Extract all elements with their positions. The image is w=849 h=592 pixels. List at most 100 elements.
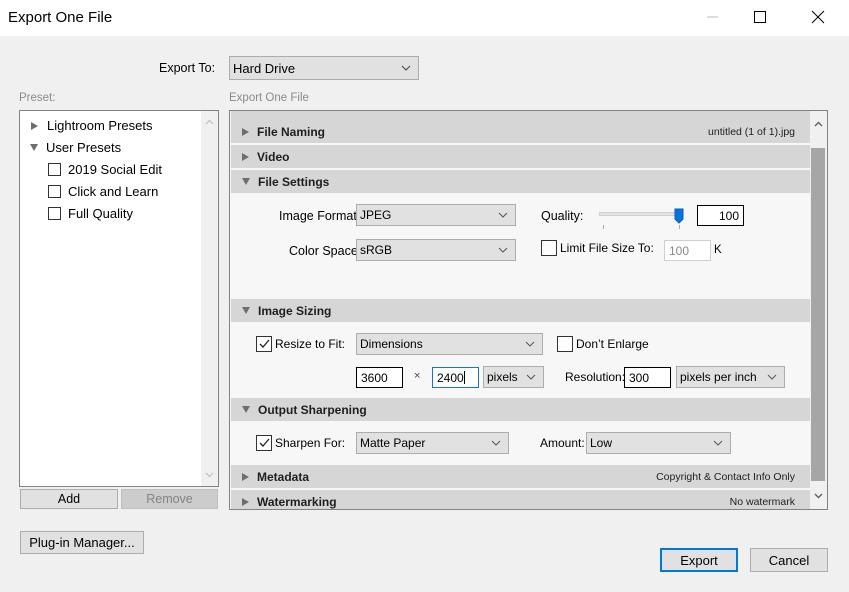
scroll-up-icon[interactable] (201, 115, 218, 129)
section-title: File Settings (258, 174, 330, 189)
preset-checkbox[interactable] (48, 185, 61, 198)
preset-item-label: Full Quality (68, 206, 134, 221)
preset-checkbox[interactable] (48, 207, 61, 220)
sharpen-for-label: Sharpen For: (275, 436, 346, 450)
limit-file-size-input[interactable]: 100 (664, 240, 711, 261)
section-watermarking[interactable]: Watermarking No watermark (231, 490, 810, 509)
section-video[interactable]: Video (231, 145, 810, 168)
amount-label: Amount: (540, 436, 585, 450)
expand-arrow-icon (242, 472, 249, 481)
export-panel-label: Export One File (229, 92, 309, 104)
limit-file-size-checkbox[interactable] (541, 240, 557, 256)
collapse-arrow-icon (242, 406, 250, 413)
preset-item[interactable]: Click and Learn (48, 184, 158, 199)
quality-slider[interactable] (599, 208, 685, 230)
maximize-button[interactable] (737, 0, 783, 34)
preset-scrollbar[interactable] (201, 111, 218, 486)
export-panel-scrollbar[interactable] (810, 111, 827, 509)
section-image-sizing[interactable]: Image Sizing (231, 299, 810, 322)
expand-arrow-icon (31, 121, 38, 130)
collapse-arrow-icon (242, 178, 250, 185)
scroll-down-icon[interactable] (810, 489, 827, 503)
color-space-dropdown[interactable]: sRGB (356, 239, 516, 261)
dont-enlarge-checkbox[interactable] (557, 336, 573, 352)
chevron-down-icon (713, 440, 723, 446)
quality-input[interactable]: 100 (697, 205, 744, 226)
section-metadata[interactable]: Metadata Copyright & Contact Info Only (231, 465, 810, 488)
export-to-label: Export To: (159, 61, 216, 75)
export-button[interactable]: Export (660, 548, 738, 572)
size-unit-dropdown[interactable]: pixels (483, 366, 544, 388)
preset-label: Preset: (19, 92, 56, 104)
preset-checkbox[interactable] (48, 163, 61, 176)
image-format-dropdown[interactable]: JPEG (356, 204, 516, 226)
height-input[interactable]: 2400 (432, 367, 479, 388)
section-file-settings[interactable]: File Settings (231, 170, 810, 193)
section-summary: untitled (1 of 1).jpg (708, 125, 795, 138)
dont-enlarge-label: Don’t Enlarge (576, 337, 649, 351)
resize-to-fit-checkbox[interactable] (256, 336, 272, 352)
minimize-button[interactable] (690, 0, 736, 34)
scroll-down-icon[interactable] (201, 468, 218, 482)
section-title: Video (257, 149, 290, 164)
slider-thumb[interactable] (674, 208, 684, 224)
section-title: Watermarking (257, 494, 337, 509)
slider-tick (603, 225, 604, 229)
close-button[interactable] (795, 0, 841, 34)
section-output-sharpening[interactable]: Output Sharpening (231, 398, 810, 421)
resolution-input[interactable]: 300 (624, 367, 671, 388)
chevron-down-icon (491, 440, 501, 446)
times-sign: × (414, 370, 421, 382)
slider-tick (679, 225, 680, 229)
section-summary: No watermark (729, 495, 795, 508)
preset-item[interactable]: 2019 Social Edit (48, 162, 162, 177)
remove-preset-button[interactable]: Remove (121, 489, 218, 509)
tree-item-lightroom-presets[interactable]: Lightroom Presets (31, 118, 153, 133)
scroll-up-icon[interactable] (810, 117, 827, 131)
chevron-down-icon (525, 341, 535, 347)
color-space-value: sRGB (360, 243, 393, 257)
limit-file-size-unit: K (714, 244, 722, 256)
chevron-down-icon (401, 65, 411, 71)
sharpen-for-value: Matte Paper (360, 436, 426, 450)
preset-list: Lightroom Presets User Presets 2019 Soci… (19, 110, 219, 487)
title-bar: Export One File (0, 0, 849, 36)
section-title: Metadata (257, 469, 310, 484)
add-preset-button[interactable]: Add (20, 489, 118, 509)
width-input[interactable]: 3600 (356, 367, 403, 388)
limit-file-size-label: Limit File Size To: (560, 241, 654, 255)
expand-arrow-icon (242, 127, 249, 136)
expand-arrow-icon (242, 152, 249, 161)
resolution-unit-value: pixels per inch (680, 370, 757, 384)
section-title: Image Sizing (258, 303, 332, 318)
preset-item[interactable]: Full Quality (48, 206, 133, 221)
scrollbar-thumb[interactable] (811, 148, 825, 481)
resize-to-fit-label: Resize to Fit: (275, 337, 346, 351)
chevron-down-icon (498, 247, 508, 253)
collapse-arrow-icon (30, 144, 38, 151)
resize-mode-dropdown[interactable]: Dimensions (356, 333, 543, 355)
chevron-down-icon (526, 374, 536, 380)
tree-item-label: User Presets (46, 140, 122, 155)
export-to-value: Hard Drive (233, 60, 296, 76)
export-settings-panel: File Naming untitled (1 of 1).jpg Video … (229, 110, 828, 510)
preset-item-label: 2019 Social Edit (68, 162, 162, 177)
cancel-button[interactable]: Cancel (750, 548, 828, 572)
expand-arrow-icon (242, 497, 249, 506)
export-to-dropdown[interactable]: Hard Drive (229, 56, 419, 80)
preset-item-label: Click and Learn (68, 184, 159, 199)
checkmark-icon (259, 438, 270, 447)
minimize-icon (707, 16, 718, 18)
amount-dropdown[interactable]: Low (586, 432, 731, 454)
size-unit-value: pixels (487, 370, 518, 384)
sharpen-for-dropdown[interactable]: Matte Paper (356, 432, 509, 454)
tree-item-user-presets[interactable]: User Presets (30, 140, 121, 155)
section-title: Output Sharpening (258, 402, 367, 417)
chevron-down-icon (498, 212, 508, 218)
plugin-manager-button[interactable]: Plug-in Manager... (20, 531, 144, 554)
resolution-unit-dropdown[interactable]: pixels per inch (676, 366, 785, 388)
tree-item-label: Lightroom Presets (47, 118, 153, 133)
sharpen-for-checkbox[interactable] (256, 435, 272, 451)
section-file-naming[interactable]: File Naming untitled (1 of 1).jpg (231, 120, 810, 143)
image-format-label: Image Format: (279, 209, 361, 223)
